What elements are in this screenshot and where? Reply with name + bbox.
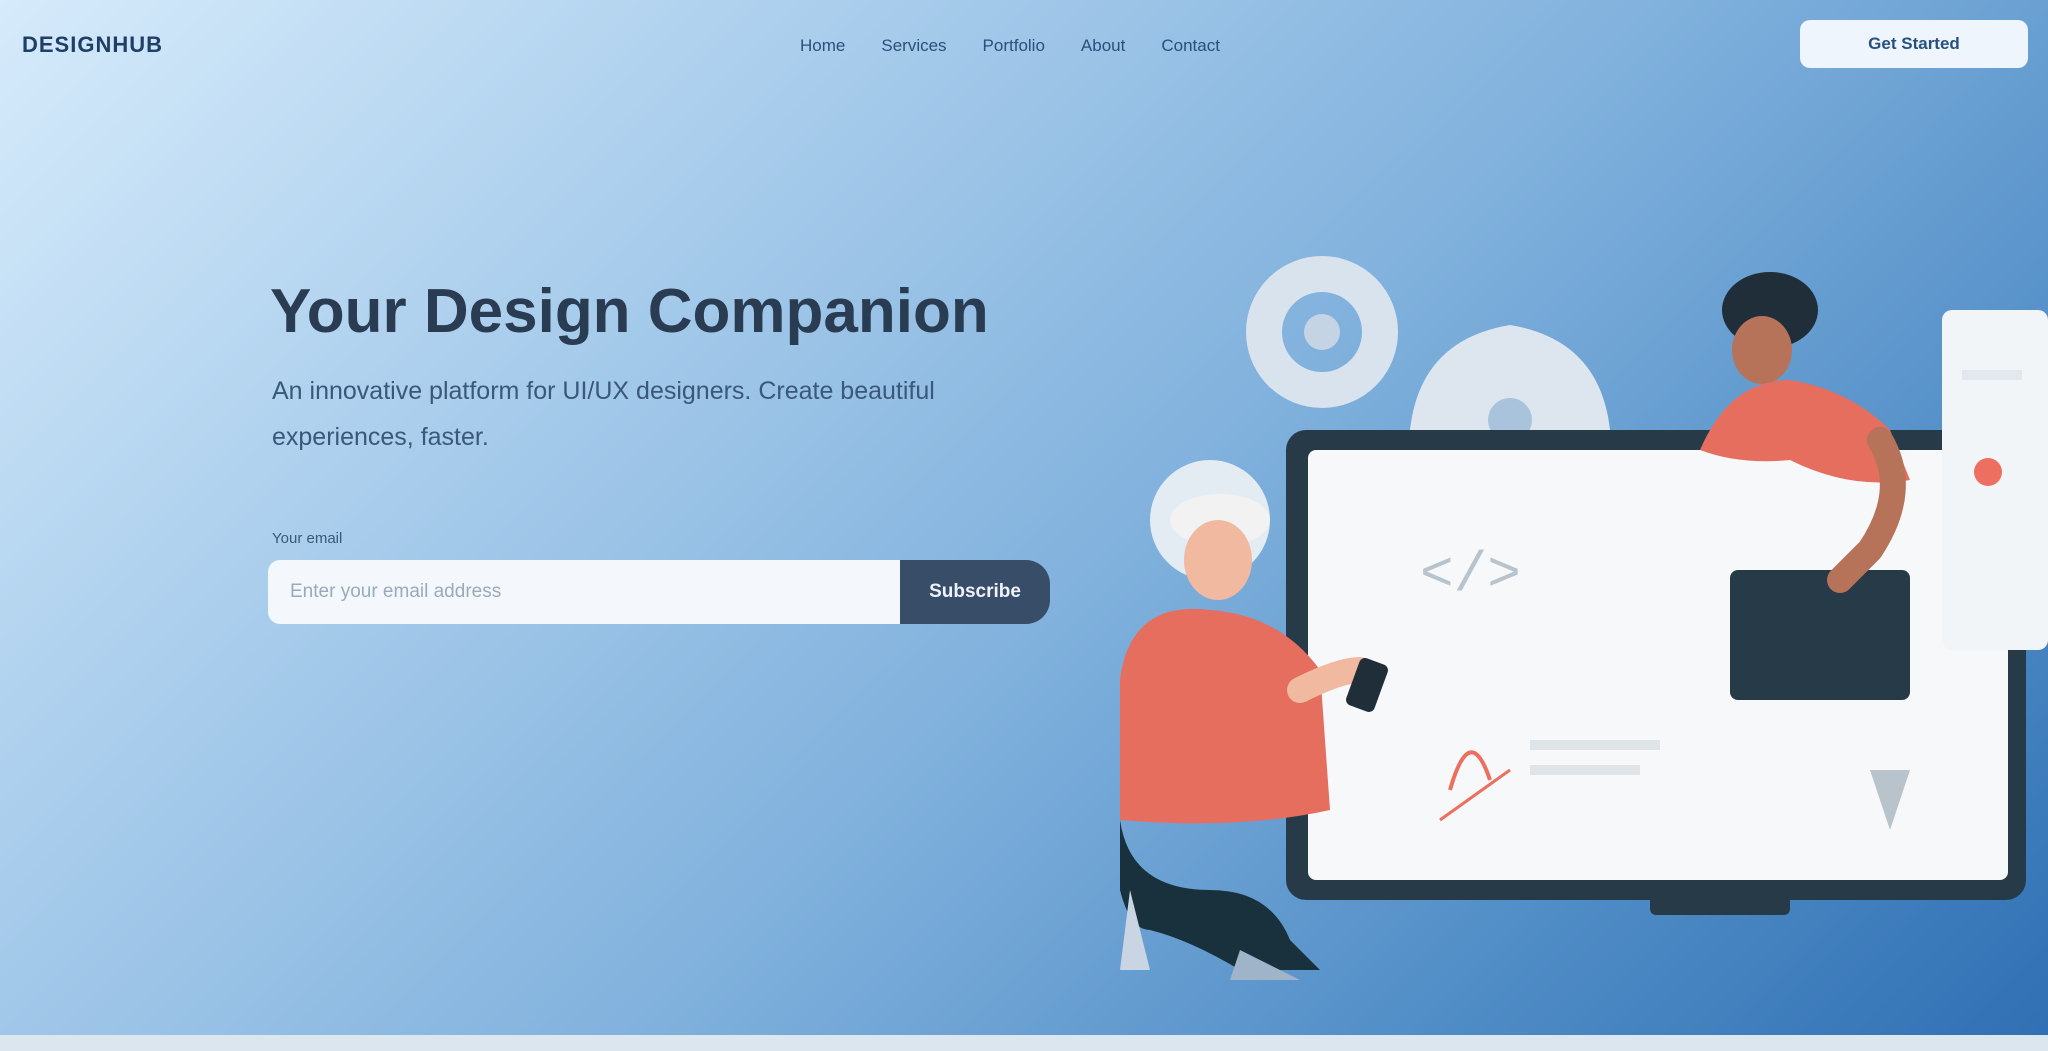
svg-text:</>: </> bbox=[1420, 543, 1521, 607]
nav-link-portfolio[interactable]: Portfolio bbox=[983, 36, 1045, 56]
hero-illustration: </> bbox=[1090, 250, 2048, 1010]
nav-link-contact[interactable]: Contact bbox=[1161, 36, 1220, 56]
get-started-button[interactable]: Get Started bbox=[1800, 20, 2028, 68]
nav-link-home[interactable]: Home bbox=[800, 36, 845, 56]
hero-subtitle: An innovative platform for UI/UX designe… bbox=[272, 377, 935, 451]
hero-title: Your Design Companion bbox=[270, 277, 989, 346]
bottom-strip bbox=[0, 1035, 2048, 1051]
email-field-label: Your email bbox=[272, 530, 343, 547]
gear-icon bbox=[1410, 325, 1610, 442]
main-nav: Home Services Portfolio About Contact bbox=[800, 32, 1220, 60]
brand-logo[interactable]: DESIGNHUB bbox=[22, 30, 212, 60]
email-input[interactable] bbox=[268, 560, 900, 624]
nav-link-services[interactable]: Services bbox=[881, 36, 946, 56]
landing-page: DESIGNHUB Home Services Portfolio About … bbox=[0, 0, 2048, 1051]
gear-ring-icon bbox=[1246, 256, 1398, 408]
team-working-illustration: </> bbox=[1120, 256, 2048, 980]
side-panel bbox=[1942, 310, 2048, 650]
nav-link-about[interactable]: About bbox=[1081, 36, 1125, 56]
site-header: DESIGNHUB Home Services Portfolio About … bbox=[0, 0, 2048, 92]
subscribe-button[interactable]: Subscribe bbox=[900, 560, 1050, 624]
whiteboard-screen: </> bbox=[1286, 430, 2026, 915]
subscribe-form: Subscribe bbox=[268, 560, 1050, 624]
